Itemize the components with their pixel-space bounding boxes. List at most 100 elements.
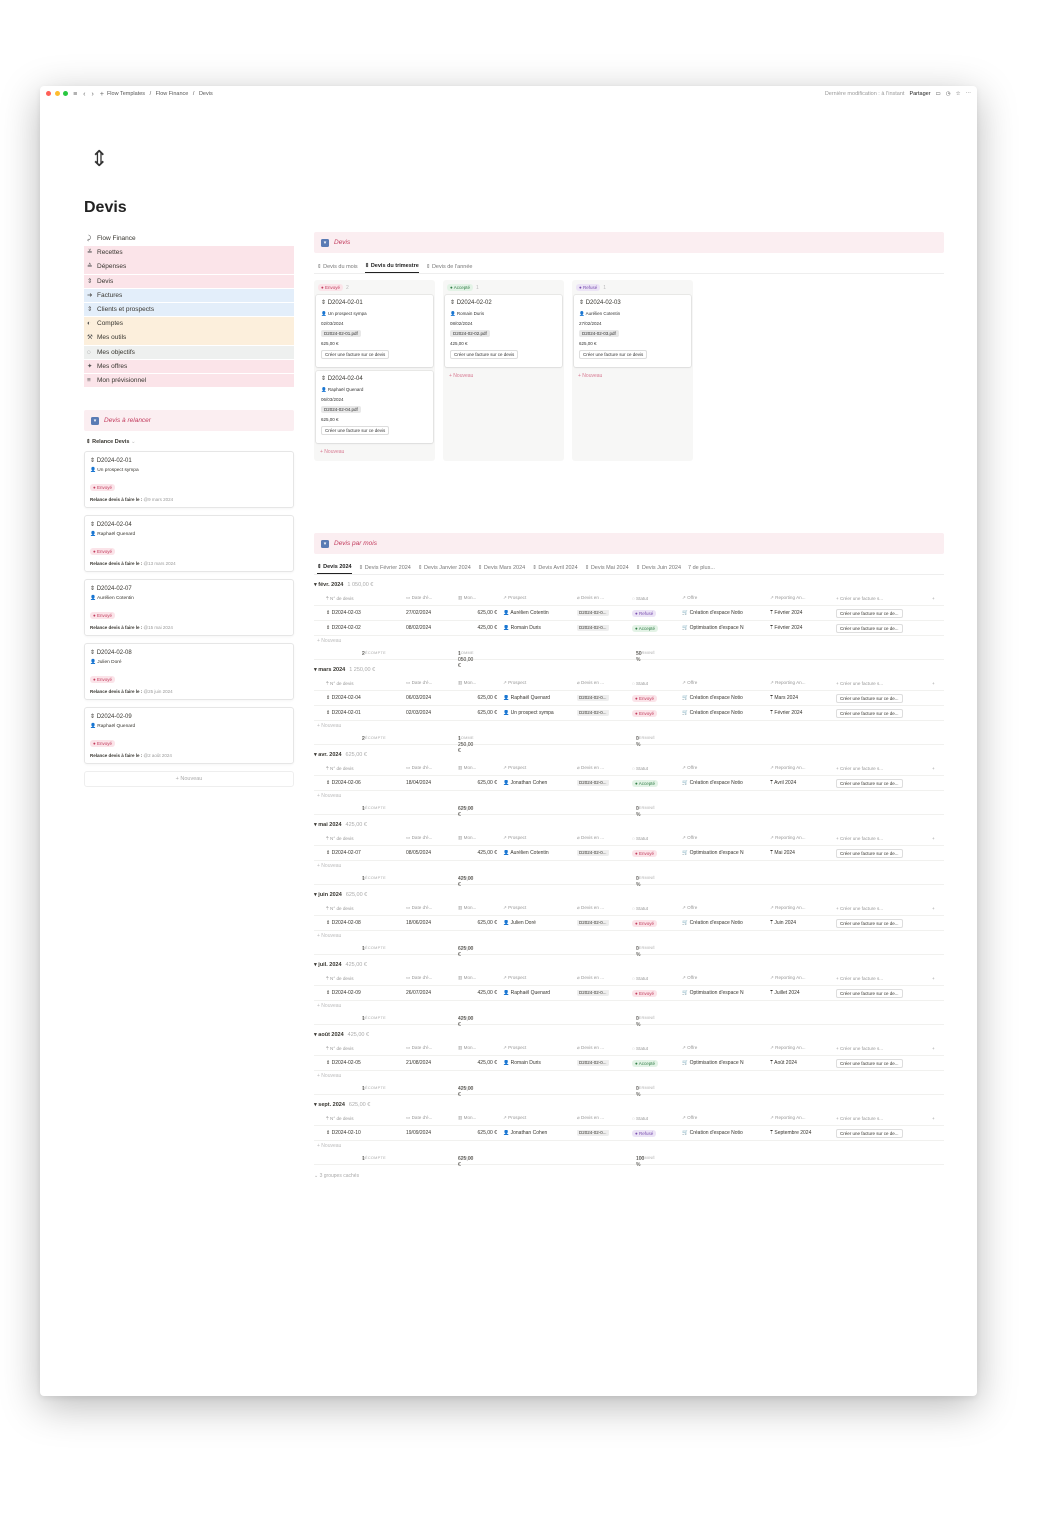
column-header[interactable]: ▥ Mon... (456, 765, 501, 771)
kanban-card[interactable]: ⇕ D2024-02-02 👤 Romain Duris 08/02/2024 D20… (445, 295, 562, 367)
column-header[interactable]: + Créer une facture s... (834, 596, 930, 601)
cell-prospect[interactable]: 👤 Un prospect sympa (501, 710, 575, 716)
column-header[interactable]: ▥ Mon... (456, 1045, 501, 1051)
new-row-button[interactable]: + Nouveau (314, 861, 944, 872)
column-header[interactable]: ↗ Offre (680, 905, 768, 911)
create-invoice-button[interactable]: Créer une facture sur ce de... (836, 708, 903, 718)
column-header[interactable]: ↗ Reporting An... (768, 680, 834, 686)
cell-offer[interactable]: 🛒 Optimisation d'espace N (680, 625, 768, 631)
file-chip[interactable]: D2024-02-0... (577, 1060, 609, 1066)
add-column-icon[interactable]: + (930, 976, 944, 981)
pdf-chip[interactable]: D2024-02-03.pdf (579, 330, 619, 337)
column-header[interactable]: ↗ Prospect (501, 765, 575, 771)
relance-card[interactable]: ⇕ D2024-02-09 👤 Raphaël Quenard ● Envoyé Re… (84, 707, 294, 764)
cell-id[interactable]: ⇕ D2024-02-10 (324, 1130, 404, 1136)
column-header[interactable]: + Créer une facture s... (834, 766, 930, 771)
create-invoice-button[interactable]: Créer une facture sur ce devis (450, 350, 519, 359)
column-header[interactable]: ▭ Date d'é... (404, 1115, 456, 1121)
cell-prospect[interactable]: 👤 Raphaël Quenard (501, 990, 575, 996)
column-header[interactable]: ▭ Date d'é... (404, 1045, 456, 1051)
hidden-groups-toggle[interactable]: ⌄ 3 groupes cachés (314, 1173, 944, 1179)
cell-offer[interactable]: 🛒 Création d'espace Notio (680, 1130, 768, 1136)
cell-report[interactable]: ⍑ Juillet 2024 (768, 990, 834, 996)
column-header[interactable]: ▭ Date d'é... (404, 680, 456, 686)
column-header[interactable]: ▭ Date d'é... (404, 975, 456, 981)
table-row[interactable]: ⇕ D2024-02-08 18/06/2024 625,00 € 👤 Julien … (314, 916, 944, 931)
create-invoice-button[interactable]: Créer une facture sur ce de... (836, 778, 903, 788)
column-header[interactable]: ▥ Mon... (456, 1115, 501, 1121)
cell-prospect[interactable]: 👤 Romain Duris (501, 625, 575, 631)
column-header[interactable]: ↗ Prospect (501, 905, 575, 911)
sidebar-item[interactable]: ≙ Dépenses (84, 260, 294, 274)
column-header[interactable]: ↗ Reporting An... (768, 765, 834, 771)
table-row[interactable]: ⇕ D2024-02-05 21/08/2024 425,00 € 👤 Romain … (314, 1056, 944, 1071)
column-header[interactable]: ▥ Mon... (456, 905, 501, 911)
create-invoice-button[interactable]: Créer une facture sur ce de... (836, 848, 903, 858)
kanban-card[interactable]: ⇕ D2024-02-01 👤 Un prospect sympa 02/03/20… (316, 295, 433, 367)
cell-report[interactable]: ⍑ Septembre 2024 (768, 1130, 834, 1136)
column-header[interactable]: ⌀ Devis en ... (575, 765, 630, 771)
column-header[interactable]: ▥ Mon... (456, 595, 501, 601)
kanban-card[interactable]: ⇕ D2024-02-03 👤 Aurélien Cotentin 27/02/20… (574, 295, 691, 367)
column-header[interactable]: ⍑ N° de devis (324, 976, 404, 981)
breadcrumb-item[interactable]: Devis (199, 91, 213, 97)
cell-report[interactable]: ⍑ Février 2024 (768, 710, 834, 716)
kanban-card[interactable]: ⇕ D2024-02-04 👤 Raphaël Quenard 06/03/2024… (316, 371, 433, 443)
sidebar-item[interactable]: ✦ Mes offres (84, 359, 294, 374)
column-header[interactable]: ⍑ N° de devis (324, 766, 404, 771)
breadcrumb-item[interactable]: Flow Templates (107, 91, 145, 97)
new-row-button[interactable]: + Nouveau (314, 721, 944, 732)
cell-prospect[interactable]: 👤 Romain Duris (501, 1060, 575, 1066)
column-header[interactable]: ↗ Reporting An... (768, 595, 834, 601)
group-header[interactable]: ▾ févr. 2024 1 050,00 € (314, 580, 944, 591)
new-row-button[interactable]: + Nouveau (314, 1141, 944, 1152)
column-header[interactable]: ↗ Prospect (501, 680, 575, 686)
new-row-button[interactable]: + Nouveau (314, 931, 944, 942)
cell-offer[interactable]: 🛒 Création d'espace Notio (680, 710, 768, 716)
column-header[interactable]: ↗ Prospect (501, 595, 575, 601)
monthly-tab[interactable]: ⇕ Devis Janvier 2024 (418, 565, 471, 571)
create-invoice-button[interactable]: Créer une facture sur ce de... (836, 693, 903, 703)
column-header[interactable]: ↗ Offre (680, 680, 768, 686)
column-header[interactable]: + Créer une facture s... (834, 1046, 930, 1051)
cell-prospect[interactable]: 👤 Julien Doré (501, 920, 575, 926)
column-header[interactable]: ◌ Statut (630, 681, 680, 686)
column-header[interactable]: ↗ Offre (680, 1115, 768, 1121)
cell-id[interactable]: ⇕ D2024-02-08 (324, 920, 404, 926)
column-header[interactable]: ↗ Offre (680, 595, 768, 601)
create-invoice-button[interactable]: Créer une facture sur ce devis (321, 350, 390, 359)
column-header[interactable]: ⍑ N° de devis (324, 596, 404, 601)
column-header[interactable]: + Créer une facture s... (834, 1116, 930, 1121)
column-header[interactable]: ↗ Reporting An... (768, 905, 834, 911)
sidebar-item[interactable]: ≚ Recettes (84, 246, 294, 260)
column-header[interactable]: + Créer une facture s... (834, 681, 930, 686)
cell-id[interactable]: ⇕ D2024-02-04 (324, 695, 404, 701)
group-header[interactable]: ▾ sept. 2024 625,00 € (314, 1100, 944, 1111)
file-chip[interactable]: D2024-02-0... (577, 625, 609, 631)
cell-offer[interactable]: 🛒 Création d'espace Notio (680, 610, 768, 616)
forward-icon[interactable]: › (92, 91, 94, 98)
star-icon[interactable]: ☆ (956, 91, 961, 97)
board-tab[interactable]: ⇕ Devis du trimestre (364, 260, 419, 273)
menu-icon[interactable]: ≡ (73, 91, 77, 98)
column-header[interactable]: ↗ Offre (680, 765, 768, 771)
sidebar-item[interactable]: ⚒ Mes outils (84, 331, 294, 345)
column-header[interactable]: ◌ Statut (630, 1046, 680, 1051)
add-column-icon[interactable]: + (930, 836, 944, 841)
relance-new-button[interactable]: + Nouveau (84, 771, 294, 787)
group-header[interactable]: ▾ mai 2024 425,00 € (314, 820, 944, 831)
new-row-button[interactable]: + Nouveau (314, 636, 944, 647)
group-header[interactable]: ▾ avr. 2024 625,00 € (314, 750, 944, 761)
group-header[interactable]: ▾ août 2024 425,00 € (314, 1030, 944, 1041)
board-tab[interactable]: ⇕ Devis du mois (317, 264, 358, 270)
cell-offer[interactable]: 🛒 Création d'espace Notio (680, 920, 768, 926)
file-chip[interactable]: D2024-02-0... (577, 920, 609, 926)
cell-id[interactable]: ⇕ D2024-02-03 (324, 610, 404, 616)
file-chip[interactable]: D2024-02-0... (577, 1130, 609, 1136)
close-window-button[interactable] (46, 90, 51, 96)
file-chip[interactable]: D2024-02-0... (577, 710, 609, 716)
column-header[interactable]: ⌀ Devis en ... (575, 905, 630, 911)
column-header[interactable]: ◌ Statut (630, 906, 680, 911)
sidebar-item[interactable]: ◌ Mes objectifs (84, 345, 294, 359)
cell-id[interactable]: ⇕ D2024-02-02 (324, 625, 404, 631)
